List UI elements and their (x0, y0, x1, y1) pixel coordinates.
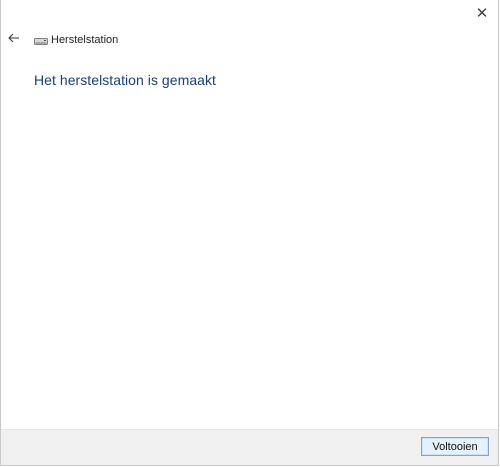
close-button[interactable]: ✕ (472, 4, 492, 22)
back-arrow-icon (8, 33, 19, 43)
window-title: Herstelstation (51, 34, 119, 46)
footer-bar: Voltooien (1, 429, 498, 465)
drive-icon (34, 37, 48, 45)
title-bar: Herstelstation (34, 32, 118, 48)
close-icon: ✕ (475, 4, 489, 22)
back-button[interactable] (6, 30, 22, 46)
recovery-drive-window: ✕ Herstelstation Het herstelstation is g… (0, 0, 499, 466)
page-heading: Het herstelstation is gemaakt (34, 72, 216, 88)
finish-button[interactable]: Voltooien (421, 437, 489, 456)
